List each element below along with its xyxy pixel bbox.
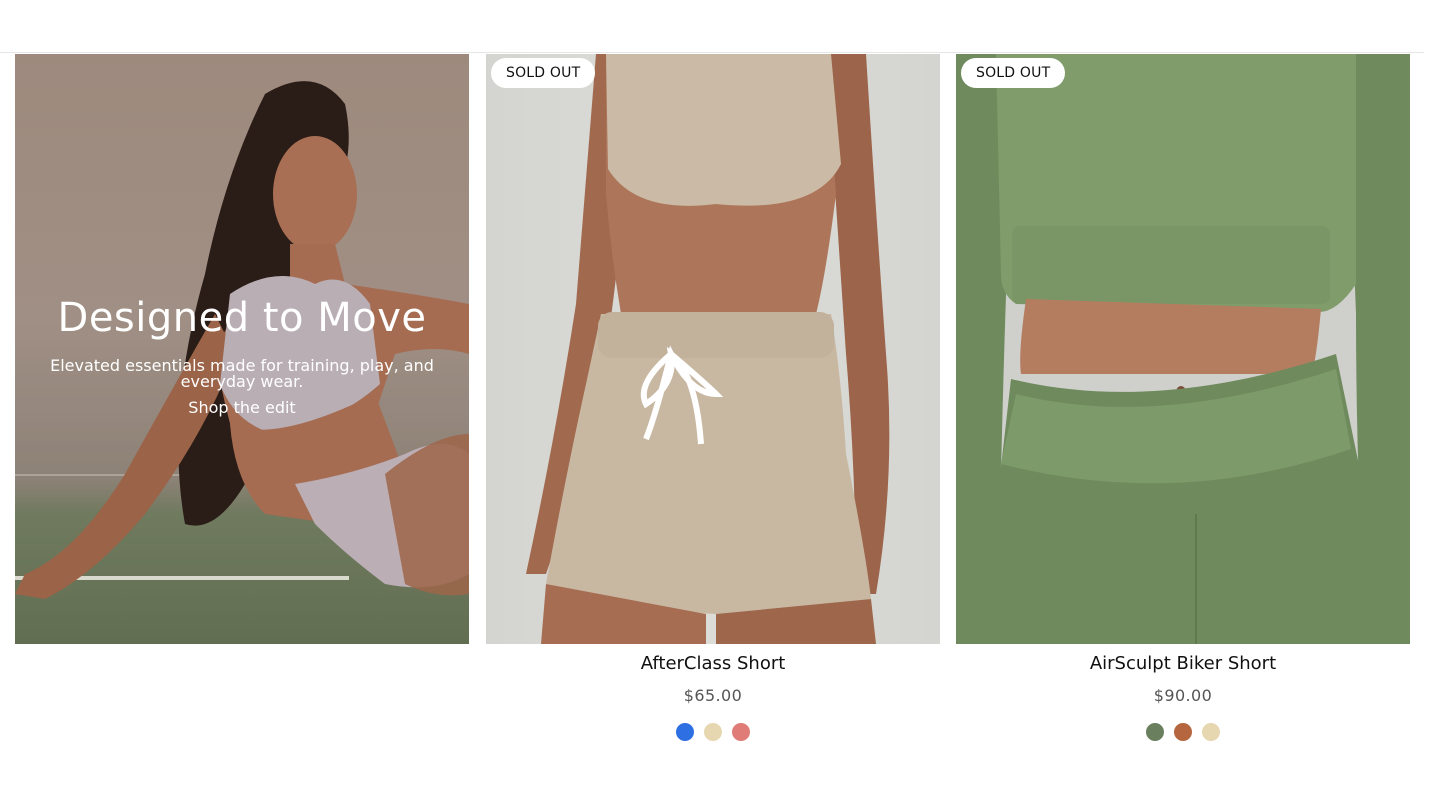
product-card[interactable]: SOLD OUT AirSculpt Biker Short $90.00 xyxy=(956,54,1410,741)
color-swatches xyxy=(956,723,1410,741)
product-image[interactable]: SOLD OUT xyxy=(956,54,1410,644)
color-swatch-sage[interactable] xyxy=(1146,723,1164,741)
product-price: $65.00 xyxy=(683,686,743,705)
color-swatch-cream[interactable] xyxy=(1202,723,1220,741)
sold-out-badge: SOLD OUT xyxy=(961,58,1066,88)
color-swatch-rust[interactable] xyxy=(1174,723,1192,741)
color-swatch-blue[interactable] xyxy=(676,723,694,741)
header-divider xyxy=(0,52,1424,53)
hero-overlay: Designed to Move Elevated essentials mad… xyxy=(15,294,469,418)
color-swatch-coral[interactable] xyxy=(732,723,750,741)
sold-out-badge: SOLD OUT xyxy=(491,58,596,88)
product-image[interactable]: SOLD OUT xyxy=(486,54,940,644)
product-price: $90.00 xyxy=(1153,686,1213,705)
product-title[interactable]: AfterClass Short xyxy=(486,654,940,674)
product-photo xyxy=(526,54,890,644)
hero-subtitle: Elevated essentials made for training, p… xyxy=(50,356,434,391)
hero-image: Designed to Move Elevated essentials mad… xyxy=(15,54,469,644)
product-title[interactable]: AirSculpt Biker Short xyxy=(956,654,1410,674)
color-swatch-cream[interactable] xyxy=(704,723,722,741)
hero-title: Designed to Move xyxy=(57,295,427,341)
shop-the-edit-link[interactable]: Shop the edit xyxy=(188,398,295,417)
hero-promo-card[interactable]: Designed to Move Elevated essentials mad… xyxy=(15,54,469,644)
product-photo xyxy=(956,54,1410,644)
product-card[interactable]: SOLD OUT AfterClass Short $65.00 xyxy=(486,54,940,741)
color-swatches xyxy=(486,723,940,741)
